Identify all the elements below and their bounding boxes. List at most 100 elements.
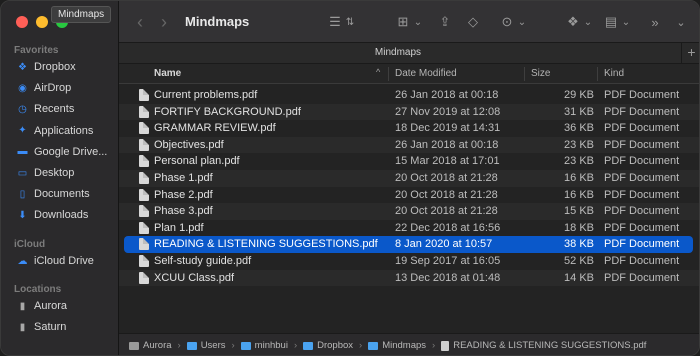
path-segment-label: Aurora [143,340,172,351]
view-options-chevron-icon[interactable]: ⇅ [345,13,355,31]
sidebar-item-airdrop[interactable]: ◉ AirDrop [17,78,71,98]
file-row[interactable]: Personal plan.pdf 15 Mar 2018 at 17:01 23 … [119,153,699,170]
sidebar-item-google-drive[interactable]: ▬ Google Drive... [17,142,108,162]
toolbar: ‹ › Mindmaps ☰ ⇅ ⊞ ⌄ ⇪ ◇ ⊙ ⌄ ❖ ⌄ ▤ ⌄ » ⌄ [119,1,699,43]
path-segment-label: Users [200,340,226,351]
share-icon[interactable]: ⇪ [437,13,453,31]
file-row[interactable]: READING & LISTENING SUGGESTIONS.pdf 8 Jan… [124,236,693,253]
file-size: 29 KB [564,89,594,101]
path-segment[interactable]: READING & LISTENING SUGGESTIONS.pdf [441,340,646,351]
more-tools-icon[interactable]: » [649,13,661,31]
sidebar-item-downloads[interactable]: ⬇ Downloads [17,205,88,225]
path-separator-icon: › [231,340,235,351]
sidebar-item-dropbox[interactable]: ❖ Dropbox [17,57,76,77]
tag-icon[interactable]: ◇ [465,13,481,31]
path-separator-icon: › [359,340,363,351]
file-name: Self-study guide.pdf [154,254,252,267]
file-name: Plan 1.pdf [154,221,204,234]
file-date-modified: 19 Sep 2017 at 16:05 [395,254,501,267]
tab-mindmaps[interactable]: Mindmaps [119,47,677,58]
file-kind: PDF Document [604,105,680,118]
sidebar-item-recents[interactable]: ◷ Recents [17,99,74,119]
file-date-modified: 8 Jan 2020 at 10:57 [395,238,493,251]
sidebar-item-icloud-drive[interactable]: ☁ iCloud Drive [17,251,94,271]
file-kind: PDF Document [604,221,680,234]
pdf-file-icon [139,238,149,251]
path-separator-icon: › [432,340,436,351]
path-segment[interactable]: Users [186,340,226,351]
file-size: 23 KB [564,138,594,151]
file-name: XCUU Class.pdf [154,271,235,284]
path-separator-icon: › [293,340,298,351]
column-header-kind[interactable]: Kind [604,68,624,79]
path-separator-icon: › [177,340,181,351]
pdf-file-icon [139,254,149,267]
close-window-button[interactable] [16,16,28,28]
file-row[interactable]: Phase 1.pdf 20 Oct 2018 at 21:28 16 KB PDF … [119,169,699,187]
cloud-icon: ☁ [17,255,28,267]
back-button[interactable]: ‹ [133,12,147,32]
file-date-modified: 26 Jan 2018 at 00:18 [395,89,499,101]
action-chevron-down-icon[interactable]: ⌄ [517,13,527,31]
column-header-size[interactable]: Size [531,68,550,79]
file-kind: PDF Document [604,271,680,284]
pdf-file-icon [139,138,149,151]
file-name: Phase 2.pdf [154,188,213,201]
path-segment[interactable]: Mindmaps [368,340,426,351]
path-segment[interactable]: minhbui [240,340,288,351]
file-kind: PDF Document [604,89,680,101]
sidebar-item-desktop[interactable]: ▭ Desktop [17,163,75,183]
column-header-date-modified[interactable]: Date Modified [395,68,457,79]
airdrop-icon: ◉ [18,82,27,94]
minimize-window-button[interactable] [36,16,48,28]
calendar-icon[interactable]: ▤ [603,13,619,31]
file-date-modified: 18 Dec 2019 at 14:31 [395,122,501,135]
sidebar-item-saturn[interactable]: ▮ Saturn [17,317,67,337]
file-row[interactable]: FORTIFY BACKGROUND.pdf 27 Nov 2019 at 12:… [119,103,699,121]
action-menu-icon[interactable]: ⊙ [499,13,515,31]
path-segment[interactable]: Dropbox [303,340,353,351]
forward-button[interactable]: › [157,12,171,32]
file-size: 36 KB [564,122,594,135]
column-divider[interactable] [597,67,598,81]
file-size: 52 KB [564,254,594,267]
file-size: 15 KB [564,205,594,218]
locations-section-label: Locations [14,284,62,295]
path-segment[interactable]: Aurora [129,340,172,351]
path-segment-label: READING & LISTENING SUGGESTIONS.pdf [453,340,647,351]
file-row[interactable]: Phase 2.pdf 20 Oct 2018 at 21:28 16 KB PDF … [119,187,699,204]
file-size: 23 KB [564,155,594,168]
file-row[interactable]: Current problems.pdf 26 Jan 2018 at 00:18… [119,87,699,104]
search-chevron-down-icon[interactable]: ⌄ [675,13,687,31]
column-header-name[interactable]: Name [154,68,181,79]
file-kind: PDF Document [604,122,680,135]
file-row[interactable]: Objectives.pdf 26 Jan 2018 at 00:18 23 KB P… [119,136,699,154]
file-date-modified: 15 Mar 2018 at 17:01 [395,155,500,168]
dropbox-toolbar-icon[interactable]: ❖ [565,13,581,31]
file-row[interactable]: XCUU Class.pdf 13 Dec 2018 at 01:48 14 KB P… [119,269,699,287]
dropbox-icon: ❖ [18,61,27,73]
sidebar-item-documents[interactable]: ▯ Documents [17,184,90,204]
file-size: 31 KB [564,105,594,118]
column-divider[interactable] [524,67,525,81]
file-row[interactable]: Phase 3.pdf 20 Oct 2018 at 21:28 15 KB PDF … [119,203,699,220]
column-divider[interactable] [388,67,389,81]
desktop-icon: ▭ [17,167,28,179]
new-tab-button[interactable]: + [681,43,699,63]
list-view-icon[interactable]: ☰ [327,13,343,31]
file-name: Personal plan.pdf [154,155,240,168]
file-row[interactable]: Plan 1.pdf 22 Dec 2018 at 16:56 18 KB PDF D… [119,220,699,237]
grid-view-icon[interactable]: ⊞ [395,13,411,31]
file-size: 16 KB [564,188,594,201]
dropbox-chevron-down-icon[interactable]: ⌄ [583,13,593,31]
file-row[interactable]: GRAMMAR REVIEW.pdf 18 Dec 2019 at 14:31 36… [119,120,699,137]
calendar-chevron-down-icon[interactable]: ⌄ [621,13,631,31]
pdf-file-icon [139,122,149,135]
file-row[interactable]: Self-study guide.pdf 19 Sep 2017 at 16:05… [119,253,699,270]
sidebar-item-applications[interactable]: ✦ Applications [17,121,93,141]
group-chevron-down-icon[interactable]: ⌄ [413,13,423,31]
file-name: Phase 1.pdf [154,171,213,184]
sidebar-item-aurora[interactable]: ▮ Aurora [17,296,67,316]
file-list: Current problems.pdf 26 Jan 2018 at 00:18… [119,87,699,287]
folder-icon: ▬ [17,146,28,158]
